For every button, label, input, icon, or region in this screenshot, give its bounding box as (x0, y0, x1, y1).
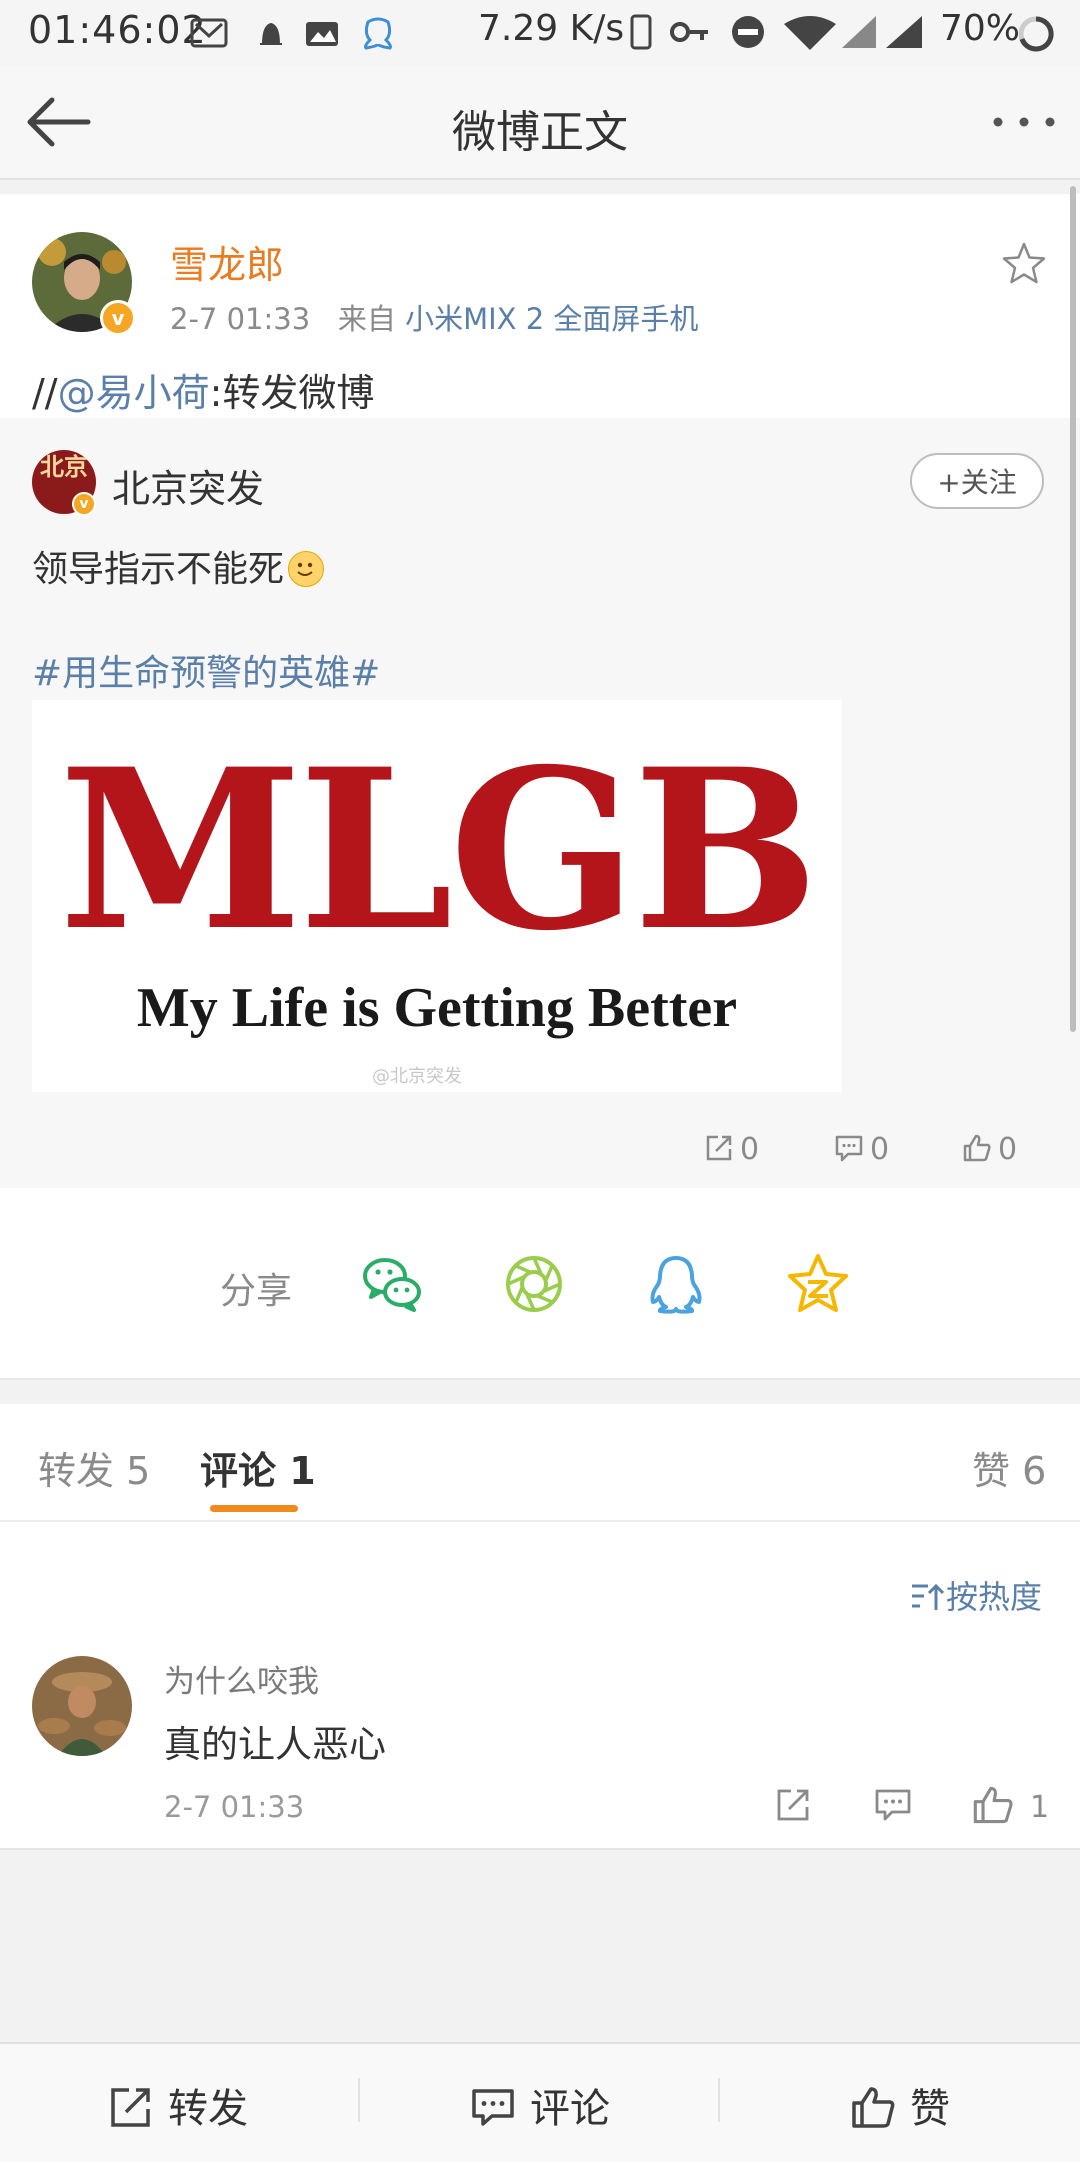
commenter-name[interactable]: 为什么咬我 (164, 1656, 319, 1701)
tab-repost[interactable]: 转发 5 (38, 1440, 150, 1495)
more-dots-icon[interactable] (990, 110, 1060, 134)
scrollbar[interactable] (1070, 186, 1076, 1032)
repost-count: 0 (740, 1132, 760, 1167)
bottom-like-button[interactable]: 赞 (850, 2076, 950, 2134)
original-comment-count[interactable]: 0 (834, 1132, 889, 1167)
page-title: 微博正文 (452, 107, 628, 158)
like-count: 0 (998, 1132, 1018, 1167)
original-text-body: 领导指示不能死 (32, 549, 285, 590)
follow-button[interactable]: +关注 (910, 453, 1044, 509)
status-system-icons (630, 14, 922, 50)
comment-repost-icon[interactable] (774, 1786, 812, 1824)
title-bar: 微博正文 (0, 66, 1080, 180)
qq-icon[interactable] (644, 1252, 708, 1316)
comment-text: 真的让人恶心 (164, 1723, 386, 1766)
post-meta: 2-7 01:33 来自 小米MIX 2 全面屏手机 (170, 296, 698, 338)
repost-icon (706, 1135, 732, 1161)
post-source-prefix: 来自 (337, 302, 396, 336)
thumbs-up-icon (963, 1134, 991, 1162)
tab-comment[interactable]: 评论 1 (200, 1440, 316, 1495)
smile-emoji-icon (288, 551, 325, 587)
comment-reply-icon[interactable] (874, 1786, 912, 1824)
original-text: 领导指示不能死 (32, 540, 325, 592)
post-time: 2-7 01:33 (170, 302, 311, 336)
status-time: 01:46:02 (28, 8, 207, 52)
repost-prefix: // (32, 371, 58, 415)
status-battery: 70% (940, 8, 1021, 49)
image-sub-text: My Life is Getting Better (136, 977, 738, 1039)
hashtag-link[interactable]: #用生命预警的英雄# (32, 644, 380, 696)
comment-icon (472, 2089, 514, 2126)
original-author-name[interactable]: 北京突发 (112, 458, 264, 513)
comment-like-count: 1 (1030, 1790, 1050, 1825)
wechat-icon[interactable] (360, 1252, 424, 1316)
sort-button[interactable]: 按热度 (910, 1572, 1042, 1618)
comment-count: 0 (870, 1132, 890, 1167)
tab-active-indicator (210, 1505, 298, 1512)
battery-ring-icon (1018, 16, 1054, 52)
star-outline-icon[interactable] (1000, 240, 1048, 288)
repost-icon (111, 2088, 150, 2127)
status-notification-icons (190, 17, 392, 50)
author-name[interactable]: 雪龙郎 (170, 234, 284, 289)
bottom-like-label: 赞 (910, 2086, 950, 2132)
sort-label: 按热度 (946, 1578, 1043, 1616)
post-image[interactable]: MLGB My Life is Getting Better @北京突发 (32, 700, 842, 1092)
bottom-repost-label: 转发 (168, 2086, 248, 2132)
bottom-comment-label: 评论 (530, 2086, 610, 2132)
bottom-divider (358, 2078, 360, 2122)
original-like-count[interactable]: 0 (962, 1132, 1017, 1167)
tab-like[interactable]: 赞 6 (972, 1440, 1046, 1495)
sort-icon (912, 1583, 945, 1610)
repost-suffix: :转发微博 (209, 371, 375, 415)
share-label: 分享 (220, 1271, 293, 1312)
verified-badge: v (100, 300, 136, 336)
comment-time: 2-7 01:33 (164, 1790, 305, 1824)
status-net-speed: 7.29 K/s (478, 8, 625, 49)
image-watermark: @北京突发 (372, 1066, 462, 1087)
moments-icon[interactable] (502, 1252, 566, 1316)
original-verified-badge: v (72, 492, 96, 516)
repost-text: //@易小荷:转发微博 (32, 362, 374, 417)
comment-icon (835, 1135, 863, 1162)
post-source[interactable]: 小米MIX 2 全面屏手机 (405, 302, 698, 336)
bottom-comment-button[interactable]: 评论 (470, 2076, 610, 2134)
qzone-icon[interactable] (786, 1252, 850, 1316)
commenter-avatar[interactable] (32, 1656, 132, 1756)
tab-bar (0, 1404, 1080, 1522)
bottom-repost-button[interactable]: 转发 (108, 2076, 248, 2134)
thumbs-up-icon (852, 2087, 895, 2128)
mention-link[interactable]: @易小荷 (58, 371, 210, 415)
image-big-text: MLGB (58, 720, 819, 979)
original-repost-count[interactable]: 0 (704, 1132, 759, 1167)
bottom-divider (718, 2078, 720, 2122)
comment-like-icon[interactable] (972, 1784, 1014, 1826)
status-bar: 01:46:02 7.29 K/s 70% (0, 0, 1080, 66)
